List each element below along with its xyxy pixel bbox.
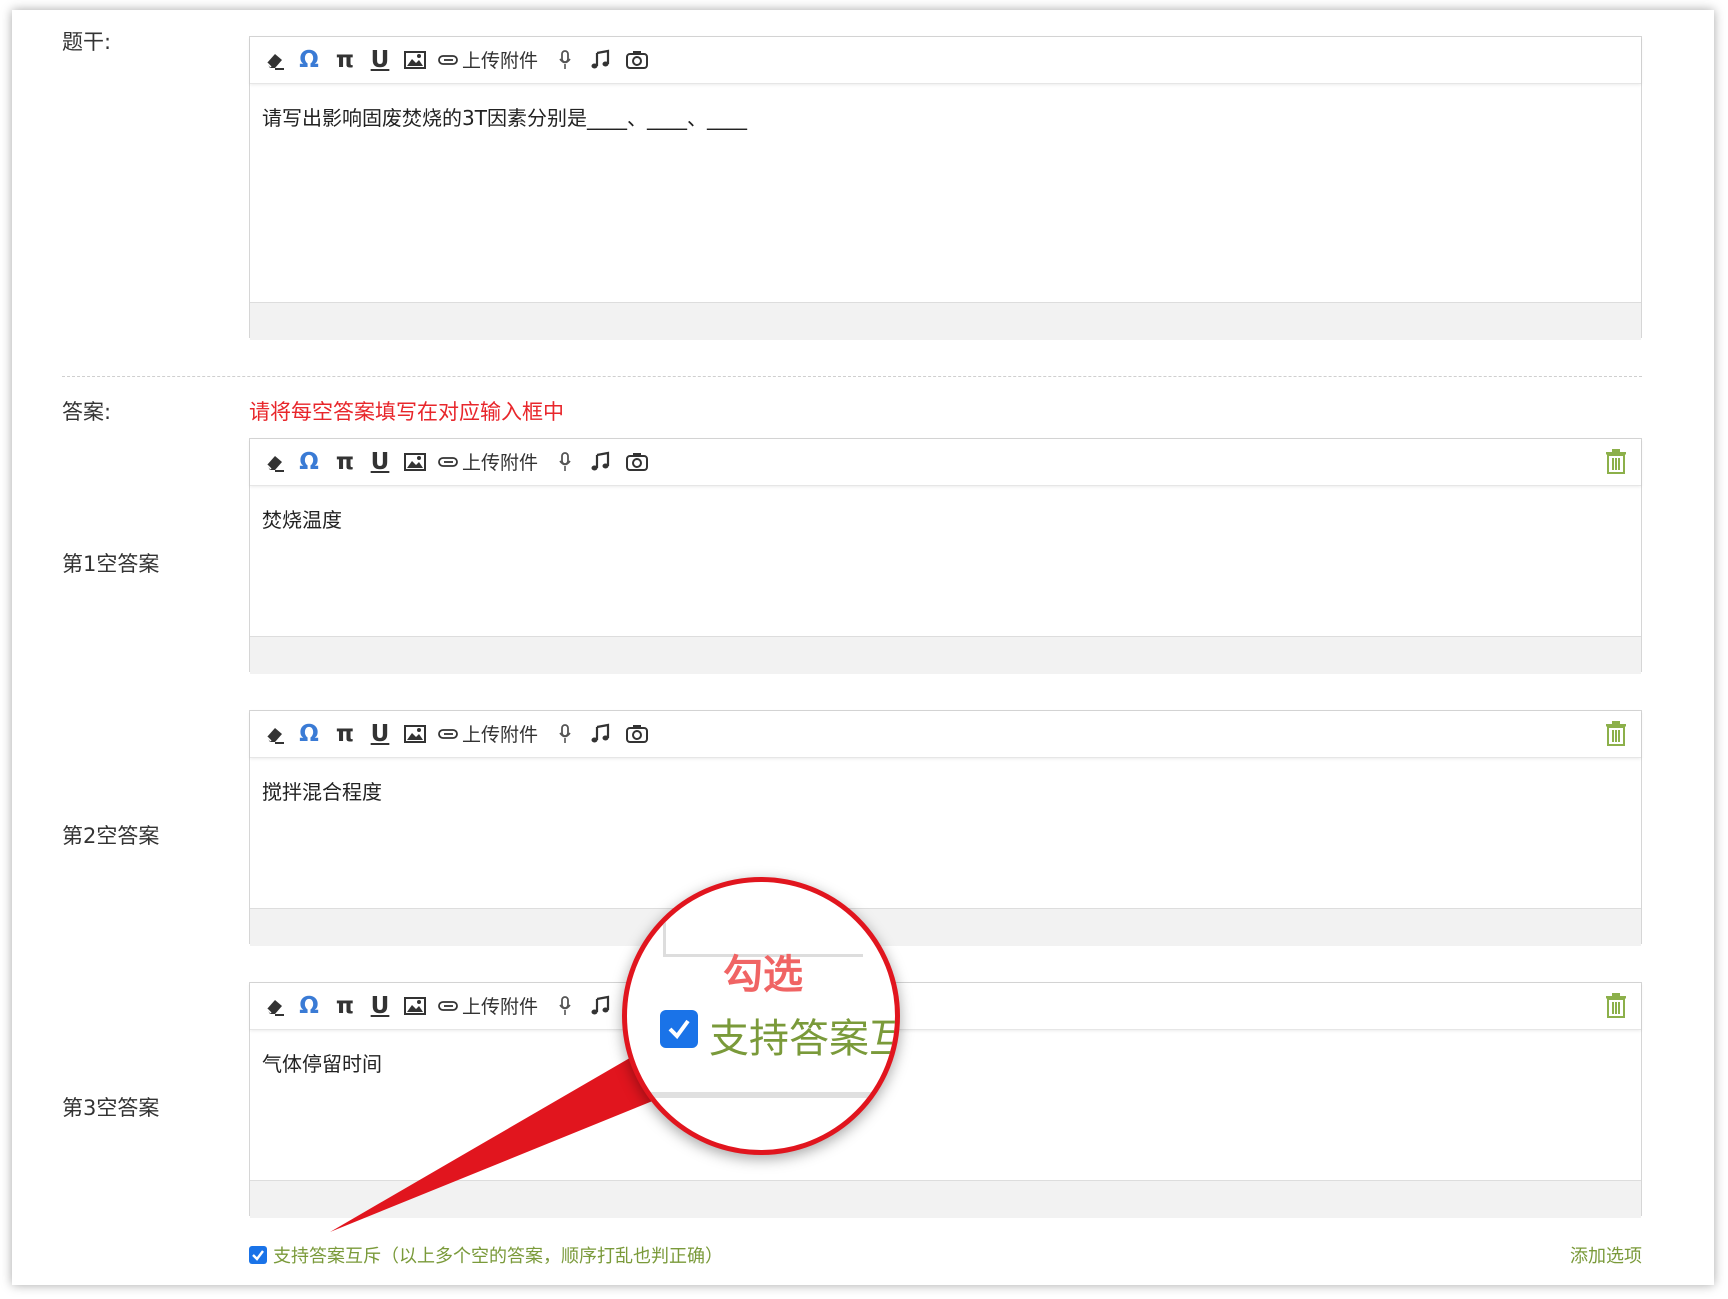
magnified-checkbox [660,1010,698,1048]
magnifier-callout: 勾选 支持答案互 [622,877,900,1155]
magnified-shadow [627,1092,895,1098]
magnified-border-line [663,912,666,954]
checkmark-icon [668,1019,690,1040]
callout-title: 勾选 [723,952,803,998]
callout-pointer [330,1052,660,1232]
callout-text: 支持答案互 [709,1016,900,1062]
